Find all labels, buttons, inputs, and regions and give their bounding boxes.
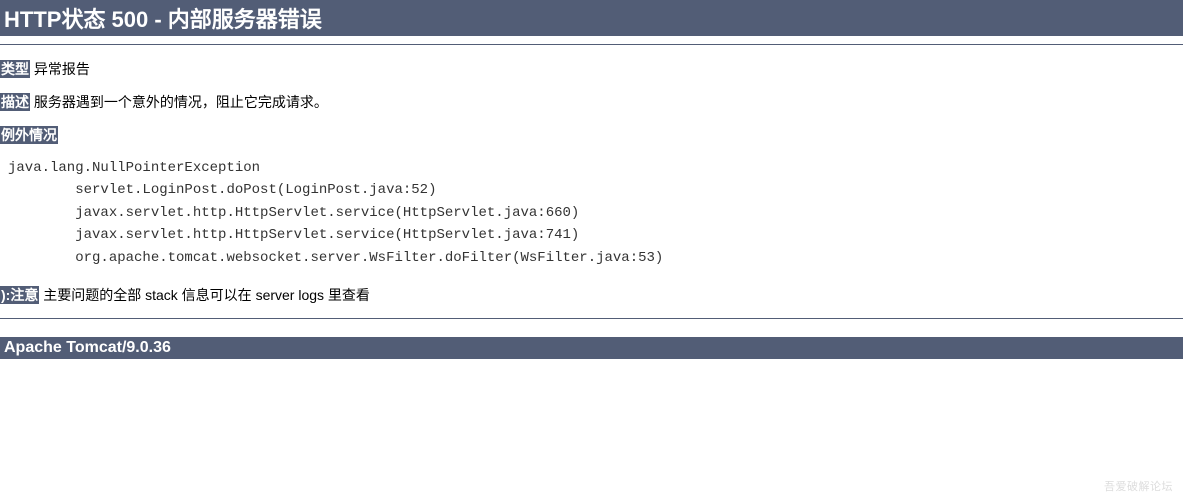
divider-bottom [0, 318, 1183, 319]
exception-section: 例外情况 [0, 125, 1183, 145]
divider-top [0, 44, 1183, 45]
note-label: ):注意 [0, 286, 39, 304]
description-value: 服务器遇到一个意外的情况，阻止它完成请求。 [34, 94, 328, 110]
type-label: 类型 [0, 60, 30, 78]
description-label: 描述 [0, 93, 30, 111]
exception-label: 例外情况 [0, 126, 58, 144]
exception-stack: java.lang.NullPointerException servlet.L… [0, 157, 1183, 269]
note-value: 主要问题的全部 stack 信息可以在 server logs 里查看 [43, 287, 370, 303]
server-footer: Apache Tomcat/9.0.36 [0, 337, 1183, 359]
note-row: ):注意 主要问题的全部 stack 信息可以在 server logs 里查看 [0, 285, 1183, 306]
type-value: 异常报告 [34, 61, 90, 77]
type-row: 类型 异常报告 [0, 59, 1183, 80]
watermark: 吾爱破解论坛 [1104, 478, 1173, 494]
description-row: 描述 服务器遇到一个意外的情况，阻止它完成请求。 [0, 92, 1183, 113]
page-title: HTTP状态 500 - 内部服务器错误 [0, 0, 1183, 36]
